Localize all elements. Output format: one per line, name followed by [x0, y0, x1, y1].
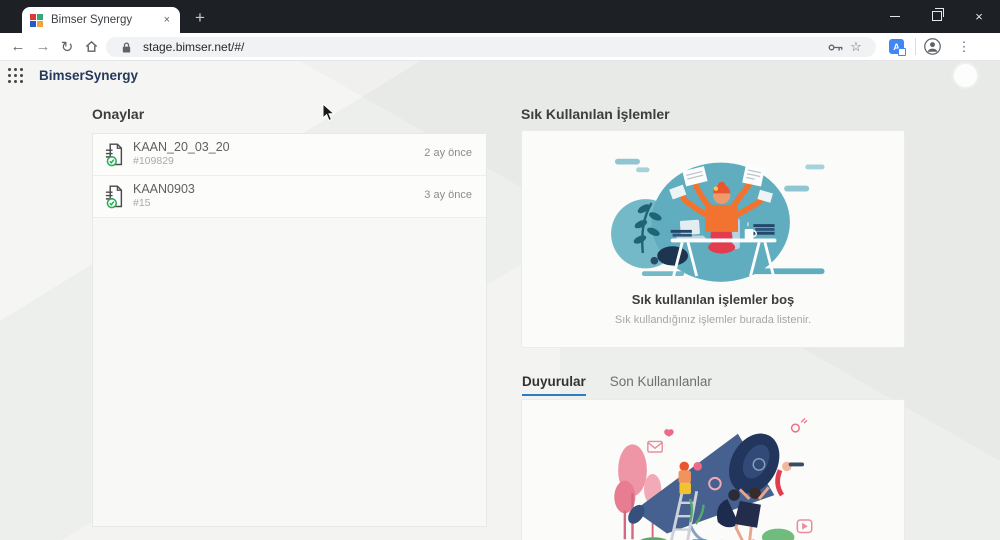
favorites-empty-title: Sık kullanılan işlemler boş — [631, 292, 795, 307]
home-button[interactable] — [79, 33, 103, 60]
profile-button[interactable] — [920, 33, 944, 60]
approval-id: #109829 — [133, 155, 174, 167]
bookmark-star-icon[interactable]: ☆ — [846, 39, 866, 55]
browser-titlebar: Bimser Synergy × + × — [0, 0, 1000, 33]
favorites-empty-subtitle: Sık kullandığınız işlemler burada listen… — [614, 314, 812, 326]
new-tab-button[interactable]: + — [189, 8, 211, 28]
key-icon[interactable] — [826, 43, 846, 52]
minimize-button[interactable] — [874, 0, 916, 32]
minimize-icon — [890, 15, 900, 17]
approval-row[interactable]: KAAN0903 #15 3 ay önce — [93, 176, 486, 218]
tab-close-icon[interactable]: × — [162, 13, 172, 28]
tab-duyurular[interactable]: Duyurular — [522, 374, 586, 396]
close-button[interactable]: × — [958, 0, 1000, 32]
right-panel-tabs: Duyurular Son Kullanılanlar — [522, 374, 712, 396]
browser-window: Bimser Synergy × + × ← → ↻ stage.bimser.… — [0, 0, 1000, 540]
translate-extension-icon[interactable]: A — [889, 39, 906, 56]
home-icon — [85, 40, 97, 52]
tab-title: Bimser Synergy — [51, 14, 133, 26]
restore-button[interactable] — [916, 0, 958, 32]
browser-toolbar: ← → ↻ stage.bimser.net/#/ ☆ A ⋮ — [0, 33, 1000, 61]
approved-document-icon — [104, 142, 125, 172]
window-controls: × — [874, 0, 1000, 32]
synergy-app: BimserSynergy Onaylar KAAN_20_03_20 #109… — [0, 61, 1000, 540]
busy-person-illustration — [611, 158, 825, 282]
approvals-panel: KAAN_20_03_20 #109829 2 ay önce KAAN0903… — [92, 133, 487, 527]
reload-button[interactable]: ↻ — [55, 33, 79, 60]
approval-time: 2 ay önce — [424, 147, 472, 159]
toolbar-divider — [915, 38, 916, 55]
announcements-card — [521, 399, 905, 540]
browser-tab[interactable]: Bimser Synergy × — [22, 7, 180, 33]
approval-row[interactable]: KAAN_20_03_20 #109829 2 ay önce — [93, 134, 486, 176]
profile-icon — [923, 38, 941, 55]
forward-button[interactable]: → — [31, 33, 55, 60]
user-avatar[interactable] — [954, 64, 977, 87]
app-header: BimserSynergy — [0, 61, 1000, 93]
approval-time: 3 ay önce — [424, 189, 472, 201]
browser-menu-button[interactable]: ⋮ — [953, 33, 975, 60]
bimser-favicon-icon — [30, 13, 43, 27]
approved-document-icon — [104, 184, 125, 214]
megaphone-illustration — [614, 417, 813, 540]
restore-icon — [932, 8, 944, 21]
close-icon: × — [975, 8, 983, 24]
address-bar[interactable]: stage.bimser.net/#/ ☆ — [106, 37, 876, 57]
tab-son-kullanilanlar[interactable]: Son Kullanılanlar — [610, 374, 712, 396]
approvals-title: Onaylar — [92, 106, 145, 122]
brand-logo[interactable]: BimserSynergy — [39, 68, 138, 83]
approval-title: KAAN0903 — [133, 182, 195, 196]
app-grid-icon[interactable] — [8, 68, 23, 83]
lock-icon — [116, 41, 136, 54]
back-button[interactable]: ← — [6, 33, 30, 60]
approval-id: #15 — [133, 197, 151, 209]
favorites-empty-card: Sık kullanılan işlemler boş Sık kullandı… — [521, 130, 905, 348]
approval-title: KAAN_20_03_20 — [133, 140, 230, 154]
url-text[interactable]: stage.bimser.net/#/ — [143, 40, 826, 54]
mouse-cursor — [322, 103, 335, 122]
favorites-title: Sık Kullanılan İşlemler — [521, 106, 670, 122]
